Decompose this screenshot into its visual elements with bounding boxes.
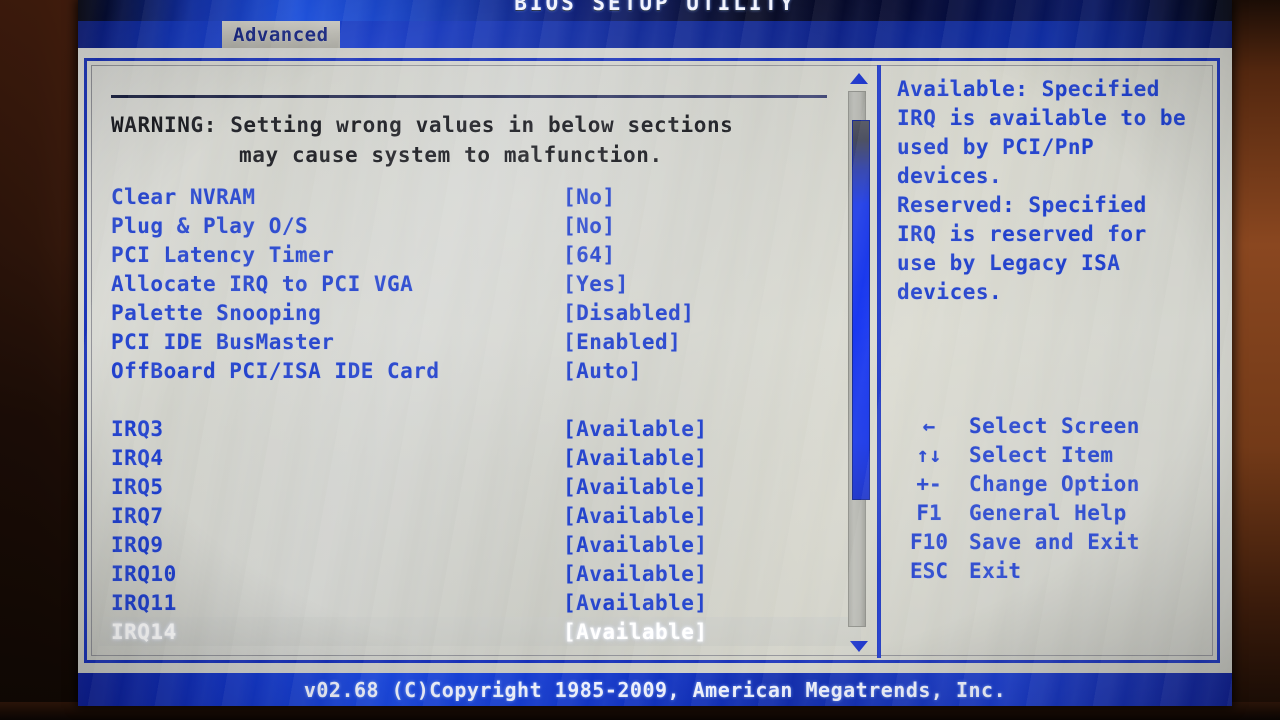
- setting-label: OffBoard PCI/ISA IDE Card: [111, 358, 440, 383]
- scrollbar-track[interactable]: [848, 91, 870, 627]
- setup-panel: WARNING: Setting wrong values in below s…: [84, 58, 1220, 663]
- irq-row-irq3[interactable]: IRQ3 [Available]: [99, 414, 861, 443]
- key-cap-icon: +-: [916, 472, 942, 496]
- help-line: Reserved: Specified: [897, 193, 1147, 217]
- key-cap-icon: ←: [922, 414, 936, 438]
- help-line: use by Legacy ISA: [897, 251, 1121, 275]
- irq-label: IRQ5: [111, 474, 164, 499]
- help-line: IRQ is reserved for: [897, 222, 1147, 246]
- key-desc: Select Item: [969, 443, 1114, 467]
- help-line: devices.: [897, 164, 1003, 188]
- warning-line-2: may cause system to malfunction.: [239, 143, 663, 167]
- setting-label: Clear NVRAM: [111, 184, 256, 209]
- irq-row-irq4[interactable]: IRQ4 [Available]: [99, 443, 861, 472]
- key-desc: Exit: [969, 559, 1022, 583]
- setting-value[interactable]: [No]: [563, 214, 616, 238]
- page-title: BIOS SETUP UTILITY: [514, 0, 796, 15]
- irq-row-irq10[interactable]: IRQ10 [Available]: [99, 559, 861, 588]
- setting-value[interactable]: [No]: [563, 185, 616, 209]
- irq-label: IRQ3: [111, 416, 164, 441]
- key-cap-icon: ↑↓: [916, 443, 942, 467]
- irq-row-irq9[interactable]: IRQ9 [Available]: [99, 530, 861, 559]
- key-cap-icon: F1: [916, 501, 942, 525]
- irq-label: IRQ7: [111, 503, 164, 528]
- warning-divider: [111, 95, 827, 98]
- irq-value[interactable]: [Available]: [563, 417, 708, 441]
- key-desc: General Help: [969, 501, 1127, 525]
- setting-label: PCI IDE BusMaster: [111, 329, 335, 354]
- settings-scrollbar[interactable]: [845, 69, 871, 654]
- key-desc: Save and Exit: [969, 530, 1140, 554]
- panel-divider: [877, 65, 881, 658]
- content-area: WARNING: Setting wrong values in below s…: [78, 48, 1232, 673]
- settings-list: WARNING: Setting wrong values in below s…: [99, 69, 861, 654]
- irq-value[interactable]: [Available]: [563, 504, 708, 528]
- tab-bar: Advanced: [78, 21, 1232, 48]
- photo-background: BIOS SETUP UTILITY Advanced WARNING: Set…: [0, 0, 1280, 720]
- setting-label: Palette Snooping: [111, 300, 322, 325]
- monitor-screen: BIOS SETUP UTILITY Advanced WARNING: Set…: [78, 0, 1232, 706]
- irq-value[interactable]: [Available]: [563, 446, 708, 470]
- key-hint-save-and-exit: F10 Save and Exit: [889, 530, 1215, 558]
- scroll-up-arrow-icon[interactable]: [850, 73, 868, 84]
- irq-value[interactable]: [Available]: [563, 475, 708, 499]
- irq-row-irq5[interactable]: IRQ5 [Available]: [99, 472, 861, 501]
- scrollbar-thumb[interactable]: [852, 120, 870, 500]
- key-cap-icon: ESC: [910, 559, 948, 583]
- warning-line-1: WARNING: Setting wrong values in below s…: [111, 113, 734, 137]
- setting-value[interactable]: [Enabled]: [563, 330, 681, 354]
- setting-row-pci-ide-busmaster[interactable]: PCI IDE BusMaster [Enabled]: [99, 327, 861, 356]
- setting-value[interactable]: [Auto]: [563, 359, 642, 383]
- setting-label: Plug & Play O/S: [111, 213, 309, 238]
- key-desc: Select Screen: [969, 414, 1140, 438]
- key-hint-change-option: +- Change Option: [889, 472, 1215, 500]
- setting-label: PCI Latency Timer: [111, 242, 335, 267]
- irq-label: IRQ10: [111, 561, 177, 586]
- irq-row-irq11[interactable]: IRQ11 [Available]: [99, 588, 861, 617]
- setting-value[interactable]: [Yes]: [563, 272, 629, 296]
- irq-value[interactable]: [Available]: [563, 533, 708, 557]
- key-desc: Change Option: [969, 472, 1140, 496]
- setting-value[interactable]: [Disabled]: [563, 301, 694, 325]
- irq-row-irq7[interactable]: IRQ7 [Available]: [99, 501, 861, 530]
- setting-row-allocate-irq-to-pci-vga[interactable]: Allocate IRQ to PCI VGA [Yes]: [99, 269, 861, 298]
- room-backdrop-right: [1232, 0, 1280, 720]
- help-line: Available: Specified: [897, 77, 1160, 101]
- irq-label: IRQ4: [111, 445, 164, 470]
- setting-row-pci-latency-timer[interactable]: PCI Latency Timer [64]: [99, 240, 861, 269]
- help-line: used by PCI/PnP: [897, 135, 1095, 159]
- irq-value[interactable]: [Available]: [563, 620, 708, 644]
- setting-row-offboard-pci-isa-ide-card[interactable]: OffBoard PCI/ISA IDE Card [Auto]: [99, 356, 861, 385]
- irq-value[interactable]: [Available]: [563, 562, 708, 586]
- key-hint-general-help: F1 General Help: [889, 501, 1215, 529]
- setting-row-palette-snooping[interactable]: Palette Snooping [Disabled]: [99, 298, 861, 327]
- title-bar: BIOS SETUP UTILITY: [78, 0, 1232, 22]
- key-hint-select-screen: ← Select Screen: [889, 414, 1215, 442]
- irq-label: IRQ11: [111, 590, 177, 615]
- footer-bar: v02.68 (C)Copyright 1985-2009, American …: [78, 673, 1232, 706]
- key-cap-icon: F10: [910, 530, 948, 554]
- irq-row-irq14[interactable]: IRQ14 [Available]: [99, 617, 861, 646]
- setting-label: Allocate IRQ to PCI VGA: [111, 271, 414, 296]
- irq-label: IRQ14: [111, 619, 177, 644]
- key-hint-exit: ESC Exit: [889, 559, 1215, 587]
- scroll-down-arrow-icon[interactable]: [850, 641, 868, 652]
- setting-value[interactable]: [64]: [563, 243, 616, 267]
- irq-value[interactable]: [Available]: [563, 591, 708, 615]
- setting-row-plug-and-play-os[interactable]: Plug & Play O/S [No]: [99, 211, 861, 240]
- tab-advanced-label: Advanced: [233, 23, 329, 46]
- help-line: IRQ is available to be: [897, 106, 1187, 130]
- tab-advanced[interactable]: Advanced: [222, 21, 340, 48]
- key-hint-select-item: ↑↓ Select Item: [889, 443, 1215, 471]
- room-backdrop-left: [0, 0, 80, 720]
- help-panel: Available: Specified IRQ is available to…: [889, 69, 1215, 654]
- copyright-text: v02.68 (C)Copyright 1985-2009, American …: [303, 677, 1007, 702]
- help-line: devices.: [897, 280, 1003, 304]
- irq-label: IRQ9: [111, 532, 164, 557]
- setting-row-clear-nvram[interactable]: Clear NVRAM [No]: [99, 182, 861, 211]
